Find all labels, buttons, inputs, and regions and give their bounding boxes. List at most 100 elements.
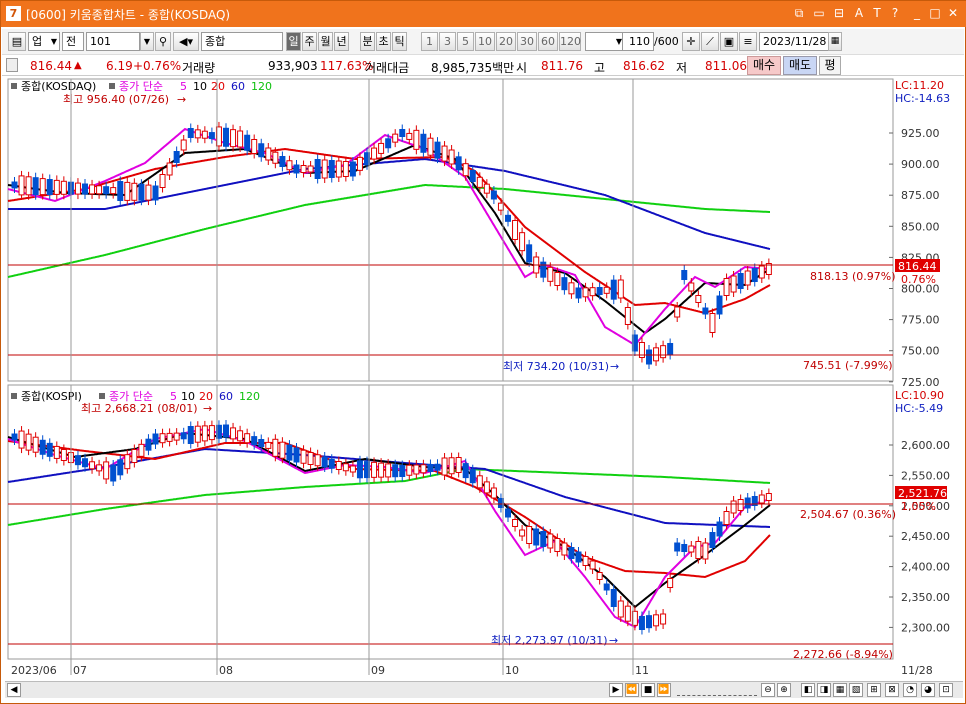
kosdaq-candle (138, 183, 145, 201)
kospi-candle (483, 481, 490, 494)
period-year-button[interactable]: 년 (334, 32, 349, 51)
minimize-icon[interactable]: _ (909, 5, 925, 21)
interval-20-button[interactable]: 20 (496, 32, 516, 51)
date-input[interactable]: 2023/11/28 (759, 32, 829, 51)
kosdaq-candle (688, 282, 695, 292)
code-input[interactable]: 101 (86, 32, 140, 51)
price-chart[interactable]: 925.00900.00875.00850.00825.00800.00775.… (5, 77, 963, 681)
eval-button[interactable]: 평 (819, 56, 841, 75)
scroll-left-icon[interactable]: ◀ (7, 683, 21, 697)
market-kind-select[interactable]: 전 (62, 32, 84, 51)
tool-1-icon[interactable]: ◧ (801, 683, 815, 697)
tool-2-icon[interactable]: ◨ (817, 683, 831, 697)
checkbox[interactable] (6, 58, 18, 72)
kospi-candle (32, 436, 39, 453)
help-icon[interactable]: ? (887, 5, 903, 21)
settings-icon[interactable]: ≡ (739, 32, 757, 51)
kospi-pct-tag: 1.05% (901, 500, 936, 513)
search-icon[interactable]: ⚲ (155, 32, 171, 51)
code-dropdown-icon[interactable]: ▼ (140, 32, 154, 51)
zoom-slider[interactable] (677, 684, 757, 696)
interval-30-button[interactable]: 30 (517, 32, 537, 51)
save-icon[interactable]: ▣ (720, 32, 738, 51)
zoom-in-icon[interactable]: ⊕ (777, 683, 791, 697)
kosdaq-candle (385, 138, 392, 149)
kospi-candle (540, 531, 547, 547)
kospi-candle (187, 426, 194, 444)
kosdaq-candle (653, 347, 660, 362)
tool-8-icon[interactable]: ◕ (921, 683, 935, 697)
interval-1-button[interactable]: 1 (421, 32, 438, 51)
tool-9-icon[interactable]: ⊡ (939, 683, 953, 697)
chart-area[interactable]: 925.00 900.00 875.00 850.00 825.00 800.00 775.… (5, 77, 963, 681)
interval-120-button[interactable]: 120 (559, 32, 581, 51)
window-list-icon[interactable]: ▭ (811, 5, 827, 21)
kospi-candle (568, 547, 575, 559)
count-input[interactable]: 110 (622, 32, 654, 51)
interval-3-button[interactable]: 3 (439, 32, 456, 51)
interval-5-button[interactable]: 5 (457, 32, 474, 51)
interval-60-button[interactable]: 60 (538, 32, 558, 51)
calendar-icon[interactable]: ▦ (828, 32, 842, 51)
zoom-out-icon[interactable]: ⊖ (761, 683, 775, 697)
kospi-candle (124, 454, 131, 470)
custom-interval-select[interactable]: ▼ (585, 32, 625, 51)
kospi-candle (138, 443, 145, 457)
arrow-right-icon: → (609, 634, 618, 647)
arrow-right-icon: → (177, 93, 186, 106)
open-value: 811.76 (541, 59, 583, 73)
close-icon[interactable]: ✕ (945, 5, 961, 21)
kospi-candle (420, 464, 427, 474)
tile-icon[interactable]: ⊟ (831, 5, 847, 21)
kosdaq-candle (89, 184, 96, 195)
market-select[interactable]: 업 ▼ (28, 32, 60, 51)
sell-button[interactable]: 매도 (783, 56, 817, 75)
period-week-button[interactable]: 주 (302, 32, 317, 51)
tool-7-icon[interactable]: ◔ (903, 683, 917, 697)
fast-forward-icon[interactable]: ⏩ (657, 683, 671, 697)
grid-menu-icon[interactable]: ▤ (8, 32, 26, 51)
crosshair-icon[interactable]: ✛ (682, 32, 700, 51)
period-day-button[interactable]: 일 (286, 32, 301, 51)
kosdaq-candle (617, 279, 624, 299)
kosdaq-ref-label-2: 745.51 (-7.99%) (803, 359, 892, 372)
draw-line-icon[interactable]: ⟋ (701, 32, 719, 51)
kosdaq-candle (554, 272, 561, 286)
kosdaq-candle (378, 142, 385, 154)
arrow-right-icon: → (610, 360, 619, 373)
tool-4-icon[interactable]: ▧ (849, 683, 863, 697)
legend-square-icon (99, 393, 105, 399)
kosdaq-candle (575, 287, 582, 299)
kospi-candle (702, 542, 709, 560)
buy-button[interactable]: 매수 (747, 56, 781, 75)
kosdaq-candle (744, 270, 751, 286)
period-month-button[interactable]: 월 (318, 32, 333, 51)
stop-icon[interactable]: ■ (641, 683, 655, 697)
kospi-candle (554, 538, 561, 552)
rewind-icon[interactable]: ⏪ (625, 683, 639, 697)
tool-5-icon[interactable]: ⊞ (867, 683, 881, 697)
link-icon[interactable]: ⧉ (791, 5, 807, 21)
maximize-icon[interactable]: □ (927, 5, 943, 21)
interval-10-button[interactable]: 10 (475, 32, 495, 51)
tool-6-icon[interactable]: ⊠ (885, 683, 899, 697)
scroll-right-icon[interactable]: ▶ (609, 683, 623, 697)
speaker-icon[interactable]: ◀▾ (173, 32, 199, 51)
text-icon[interactable]: T (869, 5, 885, 21)
font-size-icon[interactable]: A (851, 5, 867, 21)
period-second-button[interactable]: 초 (376, 32, 391, 51)
kosdaq-candle (483, 183, 490, 194)
kospi-candle (660, 613, 667, 625)
kosdaq-candle (561, 277, 568, 291)
kosdaq-candle (258, 143, 265, 158)
kospi-candle (356, 460, 363, 479)
kospi-candle (624, 605, 631, 622)
price-change-pct: +0.76% (133, 59, 182, 73)
tool-3-icon[interactable]: ▦ (833, 683, 847, 697)
kosdaq-candle (512, 220, 519, 240)
period-minute-button[interactable]: 분 (360, 32, 375, 51)
kospi-candle (512, 519, 519, 527)
kosdaq-y-tick-label: 875.00 (901, 189, 940, 202)
chart-scrollbar[interactable]: ◀ ▶ ⏪ ■ ⏩ ⊖ ⊕ ◧ ◨ ▦ ▧ ⊞ ⊠ ◔ ◕ ⊡ (5, 681, 963, 698)
period-tick-button[interactable]: 틱 (392, 32, 407, 51)
